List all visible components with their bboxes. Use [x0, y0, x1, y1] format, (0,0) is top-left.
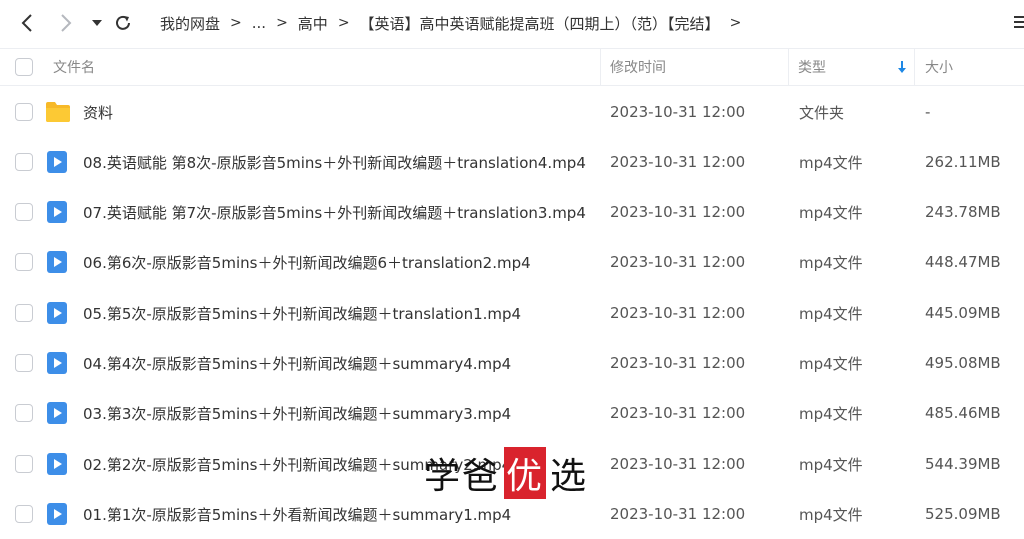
file-row[interactable]: 07.英语赋能 第7次-原版影音5mins＋外刊新闻改编题＋translatio… — [0, 187, 1024, 237]
row-checkbox[interactable] — [15, 203, 33, 221]
file-type: mp4文件 — [799, 404, 863, 423]
column-name-header[interactable]: 文件名 — [53, 49, 95, 85]
file-size: 495.08MB — [925, 354, 1001, 372]
breadcrumb-item-root[interactable]: 我的网盘 — [160, 13, 220, 34]
file-row[interactable]: 04.第4次-原版影音5mins＋外刊新闻改编题＋summary4.mp4 20… — [0, 338, 1024, 388]
column-type-header[interactable]: 类型 — [798, 49, 826, 85]
breadcrumb-separator: > — [276, 15, 288, 31]
video-icon — [45, 137, 69, 187]
watermark-text: 选 — [550, 456, 589, 497]
file-modified: 2023-10-31 12:00 — [610, 505, 746, 523]
file-size: 525.09MB — [925, 505, 1001, 523]
file-size: 544.39MB — [925, 455, 1001, 473]
video-icon — [45, 338, 69, 388]
file-name[interactable]: 03.第3次-原版影音5mins＋外刊新闻改编题＋summary3.mp4 — [83, 388, 511, 438]
file-row[interactable]: 06.第6次-原版影音5mins＋外刊新闻改编题6＋translation2.m… — [0, 237, 1024, 287]
file-modified: 2023-10-31 12:00 — [610, 203, 746, 221]
select-all-checkbox[interactable] — [15, 58, 33, 76]
file-row[interactable]: 05.第5次-原版影音5mins＋外刊新闻改编题＋translation1.mp… — [0, 288, 1024, 338]
breadcrumb-item-ellipsis[interactable]: ... — [252, 14, 266, 32]
caret-down-icon — [92, 20, 102, 26]
file-row[interactable]: 03.第3次-原版影音5mins＋外刊新闻改编题＋summary3.mp4 20… — [0, 388, 1024, 438]
file-name[interactable]: 05.第5次-原版影音5mins＋外刊新闻改编题＋translation1.mp… — [83, 288, 521, 338]
column-size-header[interactable]: 大小 — [925, 49, 953, 85]
file-name[interactable]: 04.第4次-原版影音5mins＋外刊新闻改编题＋summary4.mp4 — [83, 338, 511, 388]
breadcrumb-separator: > — [729, 15, 742, 31]
chevron-right-icon — [61, 14, 72, 32]
file-type: mp4文件 — [799, 153, 863, 172]
breadcrumb-item-highschool[interactable]: 高中 — [298, 13, 328, 34]
row-checkbox[interactable] — [15, 455, 33, 473]
row-checkbox[interactable] — [15, 253, 33, 271]
file-size: 448.47MB — [925, 253, 1001, 271]
file-name[interactable]: 07.英语赋能 第7次-原版影音5mins＋外刊新闻改编题＋translatio… — [83, 187, 586, 237]
file-modified: 2023-10-31 12:00 — [610, 304, 746, 322]
file-modified: 2023-10-31 12:00 — [610, 153, 746, 171]
refresh-button[interactable] — [112, 12, 134, 34]
file-type: mp4文件 — [799, 253, 863, 272]
file-type: 文件夹 — [799, 103, 845, 122]
menu-icon[interactable] — [1014, 16, 1024, 31]
breadcrumb-separator: > — [230, 15, 242, 31]
file-size: 243.78MB — [925, 203, 1001, 221]
watermark: 学爸 优 选 — [424, 447, 589, 499]
refresh-icon — [116, 15, 130, 30]
chevron-left-icon — [21, 14, 32, 32]
file-modified: 2023-10-31 12:00 — [610, 354, 746, 372]
folder-icon — [45, 87, 71, 137]
column-divider[interactable] — [600, 49, 601, 85]
file-size: 445.09MB — [925, 304, 1001, 322]
file-size: - — [925, 103, 931, 121]
file-type: mp4文件 — [799, 304, 863, 323]
file-type: mp4文件 — [799, 455, 863, 474]
video-icon — [45, 288, 69, 338]
video-icon — [45, 187, 69, 237]
watermark-highlight: 优 — [504, 447, 547, 499]
file-modified: 2023-10-31 12:00 — [610, 103, 746, 121]
file-name[interactable]: 资料 — [83, 87, 113, 137]
file-type: mp4文件 — [799, 354, 863, 373]
file-modified: 2023-10-31 12:00 — [610, 253, 746, 271]
row-checkbox[interactable] — [15, 304, 33, 322]
table-header: 文件名 修改时间 类型 大小 — [0, 48, 1024, 86]
file-type: mp4文件 — [799, 505, 863, 524]
file-modified: 2023-10-31 12:00 — [610, 404, 746, 422]
video-icon — [45, 237, 69, 287]
video-icon — [45, 388, 69, 438]
column-modified-header[interactable]: 修改时间 — [610, 49, 666, 85]
column-divider[interactable] — [788, 49, 789, 85]
file-type: mp4文件 — [799, 203, 863, 222]
file-name[interactable]: 08.英语赋能 第8次-原版影音5mins＋外刊新闻改编题＋translatio… — [83, 137, 586, 187]
row-checkbox[interactable] — [15, 103, 33, 121]
history-dropdown[interactable] — [86, 12, 108, 34]
sort-down-arrow-icon — [898, 60, 906, 73]
row-checkbox[interactable] — [15, 354, 33, 372]
video-icon — [45, 489, 69, 539]
file-modified: 2023-10-31 12:00 — [610, 455, 746, 473]
forward-button[interactable] — [55, 12, 77, 34]
file-row[interactable]: 资料 2023-10-31 12:00 文件夹 - — [0, 87, 1024, 137]
file-size: 262.11MB — [925, 153, 1001, 171]
back-button[interactable] — [16, 12, 38, 34]
file-size: 485.46MB — [925, 404, 1001, 422]
sort-indicator[interactable] — [897, 49, 907, 85]
row-checkbox[interactable] — [15, 404, 33, 422]
video-icon — [45, 439, 69, 489]
breadcrumb: 我的网盘 > ... > 高中 > 【英语】高中英语赋能提高班（四期上）（范）【… — [160, 12, 751, 34]
row-checkbox[interactable] — [15, 153, 33, 171]
row-checkbox[interactable] — [15, 505, 33, 523]
breadcrumb-separator: > — [337, 15, 350, 31]
breadcrumb-item-current[interactable]: 【英语】高中英语赋能提高班（四期上）（范）【完结】 — [360, 13, 720, 34]
toolbar: 我的网盘 > ... > 高中 > 【英语】高中英语赋能提高班（四期上）（范）【… — [0, 0, 1024, 46]
column-divider[interactable] — [914, 49, 915, 85]
watermark-text: 学爸 — [424, 456, 501, 497]
file-row[interactable]: 08.英语赋能 第8次-原版影音5mins＋外刊新闻改编题＋translatio… — [0, 137, 1024, 187]
file-name[interactable]: 06.第6次-原版影音5mins＋外刊新闻改编题6＋translation2.m… — [83, 237, 531, 287]
